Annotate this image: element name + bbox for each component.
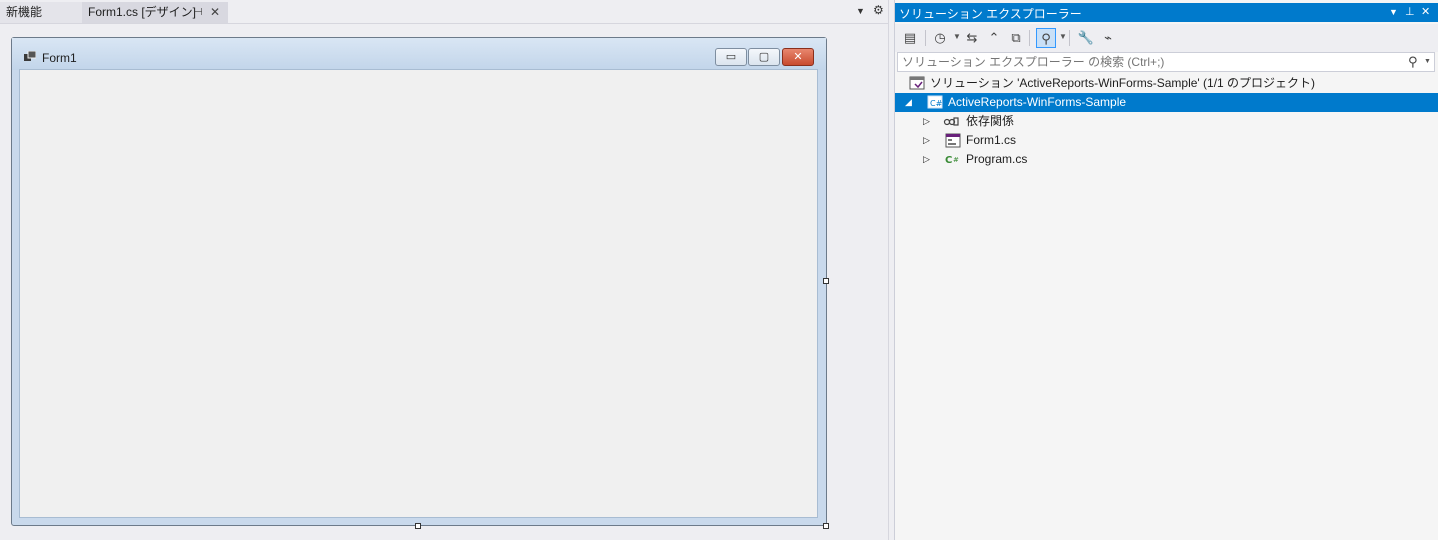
tab-label: Form1.cs [デザイン] xyxy=(88,5,197,19)
tree-item-solution[interactable]: ソリューション 'ActiveReports-WinForms-Sample' … xyxy=(895,74,1438,93)
tab-form1-design[interactable]: Form1.cs [デザイン] ⊣ ✕ xyxy=(82,2,228,23)
tab-label: 新機能 xyxy=(6,5,43,19)
pending-changes-icon[interactable]: ◷ xyxy=(930,28,950,48)
tree-item-label: ソリューション 'ActiveReports-WinForms-Sample' … xyxy=(930,76,1316,90)
svg-text:C: C xyxy=(945,155,952,166)
toolbar-separator xyxy=(925,30,926,46)
tree-item-dependencies[interactable]: ▷ 依存関係 xyxy=(895,112,1438,131)
search-box[interactable]: ⚲ ▼ xyxy=(897,52,1435,72)
tree-item-label: ActiveReports-WinForms-Sample xyxy=(948,95,1127,109)
form-client-area[interactable] xyxy=(19,69,818,518)
chevron-down-icon[interactable]: ▼ xyxy=(953,32,961,41)
window-position-dropdown-icon[interactable]: ▼ xyxy=(1389,7,1398,17)
form-titlebar: Form1 ▭ ▢ ✕ xyxy=(12,38,826,70)
form-icon xyxy=(24,51,36,61)
document-tabstrip: 新機能 Form1.cs [デザイン] ⊣ ✕ ▼ ⚙ xyxy=(0,0,888,24)
pin-icon[interactable]: ⊣ xyxy=(194,2,203,23)
sync-active-document-icon[interactable]: ⇆ xyxy=(962,28,982,48)
form-file-icon xyxy=(945,133,961,148)
form-close-button[interactable]: ✕ xyxy=(782,48,814,66)
solution-explorer: ソリューション エクスプローラー ▼ ⊥ ✕ ▤ ◷ ▼ ⇆ ⌃ ⧉ ⚲ ▼ 🔧… xyxy=(894,0,1438,540)
show-all-files-icon[interactable]: ⧉ xyxy=(1006,28,1026,48)
solution-explorer-toolbar: ▤ ◷ ▼ ⇆ ⌃ ⧉ ⚲ ▼ 🔧 ⌁ xyxy=(895,24,1438,52)
collapse-icon[interactable]: ◢ xyxy=(905,93,912,112)
preview-icon[interactable]: ⌁ xyxy=(1098,28,1118,48)
pin-icon[interactable]: ⊥ xyxy=(1405,5,1415,18)
close-icon: ✕ xyxy=(793,51,803,63)
tree-item-project[interactable]: ◢ C# ActiveReports-WinForms-Sample xyxy=(895,93,1438,112)
tree-item-form1[interactable]: ▷ Form1.cs xyxy=(895,131,1438,150)
tab-list-dropdown-icon[interactable]: ▼ xyxy=(856,6,865,16)
solution-icon xyxy=(909,76,925,90)
switch-views-icon[interactable]: ▤ xyxy=(900,28,920,48)
resize-handle-corner[interactable] xyxy=(823,523,829,529)
expand-icon[interactable]: ▷ xyxy=(923,150,930,169)
dependencies-icon xyxy=(943,117,959,126)
csharp-file-icon: C # xyxy=(945,155,959,166)
ide-window: 新機能 Form1.cs [デザイン] ⊣ ✕ ▼ ⚙ Form1 ▭ ▢ ✕ xyxy=(0,0,1438,540)
maximize-button[interactable]: ▢ xyxy=(748,48,780,66)
tree-item-label: Form1.cs xyxy=(966,133,1017,147)
solution-explorer-header: ソリューション エクスプローラー ▼ ⊥ ✕ xyxy=(895,3,1438,22)
expand-icon[interactable]: ▷ xyxy=(923,112,930,131)
form-preview[interactable]: Form1 ▭ ▢ ✕ xyxy=(11,37,827,526)
chevron-down-icon[interactable]: ▼ xyxy=(1424,58,1431,65)
svg-text:C#: C# xyxy=(930,99,943,108)
close-icon[interactable]: ✕ xyxy=(210,2,220,23)
designer-pane: 新機能 Form1.cs [デザイン] ⊣ ✕ ▼ ⚙ Form1 ▭ ▢ ✕ xyxy=(0,0,888,540)
resize-handle-right[interactable] xyxy=(823,278,829,284)
tab-new-features[interactable]: 新機能 xyxy=(0,2,82,23)
tree-item-label: 依存関係 xyxy=(966,114,1015,128)
search-input[interactable] xyxy=(902,54,1392,70)
toolbar-separator xyxy=(1029,30,1030,46)
gear-icon[interactable]: ⚙ xyxy=(873,3,884,17)
toolbar-separator xyxy=(1069,30,1070,46)
close-icon[interactable]: ✕ xyxy=(1421,5,1430,18)
expand-icon[interactable]: ▷ xyxy=(923,131,930,150)
maximize-icon: ▢ xyxy=(758,51,770,63)
csharp-project-icon: C# xyxy=(927,95,943,109)
tree-item-label: Program.cs xyxy=(966,152,1028,166)
form-title: Form1 xyxy=(42,51,77,65)
minimize-button[interactable]: ▭ xyxy=(715,48,747,66)
tree-item-program[interactable]: ▷ C # Program.cs xyxy=(895,150,1438,169)
collapse-all-icon[interactable]: ⌃ xyxy=(984,28,1004,48)
preview-selected-items-icon[interactable]: ⚲ xyxy=(1036,28,1056,48)
properties-icon[interactable]: 🔧 xyxy=(1076,28,1096,48)
minimize-icon: ▭ xyxy=(725,51,737,63)
search-icon[interactable]: ⚲ xyxy=(1408,54,1418,70)
resize-handle-bottom[interactable] xyxy=(415,523,421,529)
svg-text:#: # xyxy=(953,156,959,164)
chevron-down-icon[interactable]: ▼ xyxy=(1059,32,1067,41)
panel-title: ソリューション エクスプローラー xyxy=(899,7,1082,21)
